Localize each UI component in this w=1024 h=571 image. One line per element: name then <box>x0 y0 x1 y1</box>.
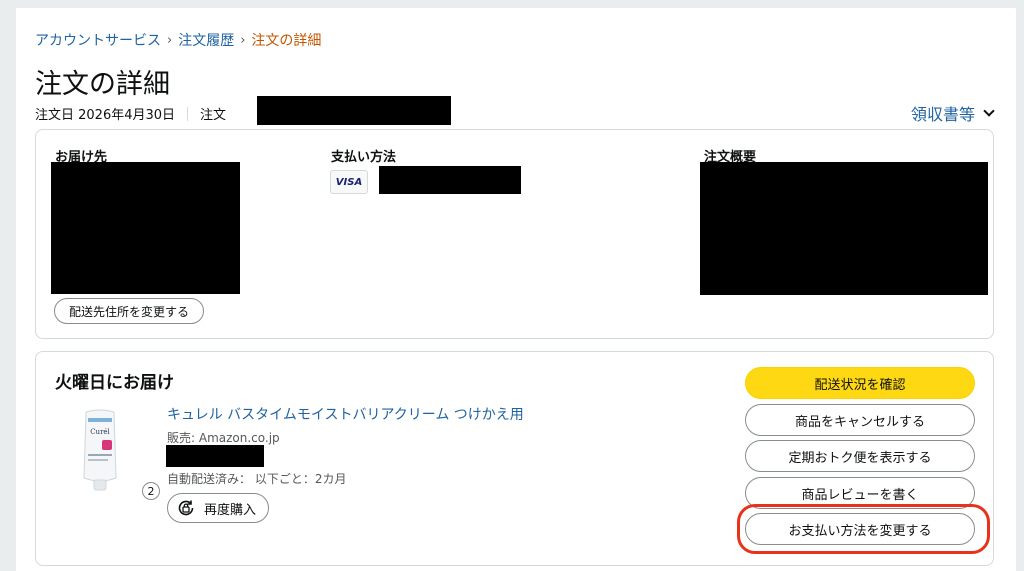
order-number-label: 注文 <box>200 108 227 123</box>
track-package-button[interactable]: 配送状況を確認 <box>745 367 975 399</box>
redacted-order-number <box>257 96 451 125</box>
meta-divider <box>187 106 189 121</box>
seller-text: 販売: Amazon.co.jp <box>167 431 280 445</box>
chevron-down-icon <box>983 105 995 117</box>
delivery-title: 火曜日にお届け <box>55 373 174 393</box>
redacted-card-number <box>379 166 521 194</box>
quantity-badge: 2 <box>142 482 160 500</box>
breadcrumb: アカウントサービス › 注文履歴 › 注文の詳細 <box>35 30 321 50</box>
order-date: 注文日 2026年4月30日 <box>35 108 176 123</box>
product-image-brand: Curél <box>90 428 110 436</box>
buy-again-label: 再度購入 <box>204 502 257 518</box>
breadcrumb-account-service[interactable]: アカウントサービス <box>35 30 161 50</box>
change-address-button[interactable]: 配送先住所を変更する <box>54 298 204 324</box>
breadcrumb-current: 注文の詳細 <box>251 33 322 49</box>
redacted-address <box>51 162 240 294</box>
subscription-text: 自動配送済み： 以下ごと：2カ月 <box>167 472 347 486</box>
order-meta: 注文日 2026年4月30日 注文 <box>35 104 226 123</box>
breadcrumb-separator: › <box>240 32 246 48</box>
breadcrumb-separator: › <box>167 32 173 48</box>
product-title-link[interactable]: キュレル バスタイムモイストバリアクリーム つけかえ用 <box>167 404 524 424</box>
page-title: 注文の詳細 <box>35 69 170 100</box>
buy-again-icon <box>178 500 194 516</box>
subscribe-save-button[interactable]: 定期おトク便を表示する <box>745 440 975 472</box>
redacted-summary <box>700 162 988 295</box>
redacted-product-info <box>166 445 264 467</box>
receipt-label: 領収書等 <box>910 105 975 124</box>
product-image[interactable]: Curél <box>80 408 120 492</box>
cancel-items-button[interactable]: 商品をキャンセルする <box>745 404 975 436</box>
visa-card-icon: VISA <box>330 170 368 194</box>
highlight-ring <box>737 504 990 554</box>
buy-again-button[interactable]: 再度購入 <box>167 493 270 523</box>
payment-heading: 支払い方法 <box>331 150 397 165</box>
breadcrumb-order-history[interactable]: 注文履歴 <box>178 30 234 50</box>
receipt-dropdown[interactable]: 領収書等 <box>910 101 995 125</box>
